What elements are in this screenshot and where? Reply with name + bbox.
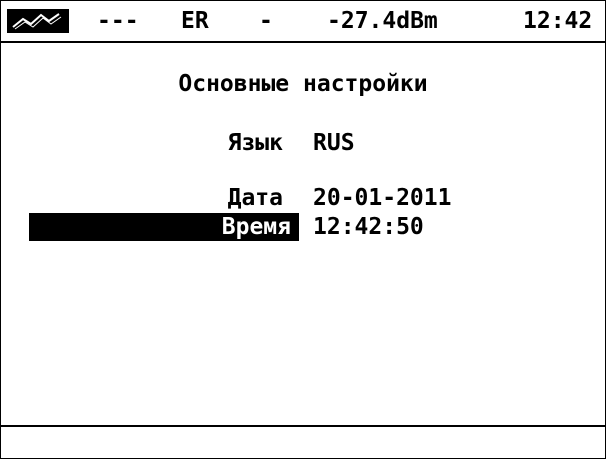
status-mode: ER bbox=[181, 8, 209, 34]
status-clock: 12:42 bbox=[523, 8, 593, 34]
status-power: -27.4dBm bbox=[327, 8, 438, 34]
setting-row-language[interactable]: Язык RUS bbox=[1, 129, 605, 157]
setting-value-language: RUS bbox=[313, 130, 355, 156]
setting-label-time: Время bbox=[29, 213, 299, 241]
status-separator: - bbox=[259, 8, 273, 34]
setting-label-date: Дата bbox=[227, 185, 283, 211]
signal-waveform-icon bbox=[7, 9, 69, 33]
setting-value-time: 12:42:50 bbox=[313, 214, 424, 240]
device-screen: --- ER - -27.4dBm 12:42 Основные настрой… bbox=[0, 0, 606, 459]
status-bar: --- ER - -27.4dBm 12:42 bbox=[1, 1, 605, 43]
setting-row-date[interactable]: Дата 20-01-2011 bbox=[1, 184, 605, 212]
status-dashes: --- bbox=[97, 8, 139, 34]
setting-label-language: Язык bbox=[227, 130, 283, 156]
softkey-strip bbox=[1, 425, 605, 458]
page-title: Основные настройки bbox=[178, 71, 428, 97]
setting-row-time[interactable]: Время 12:42:50 bbox=[1, 213, 605, 241]
setting-value-date: 20-01-2011 bbox=[313, 185, 452, 211]
